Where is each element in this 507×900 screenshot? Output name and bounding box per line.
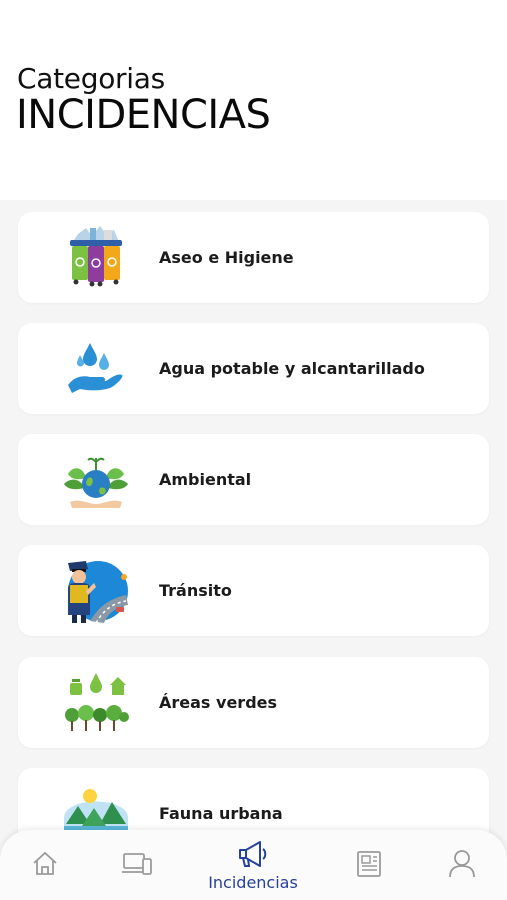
category-card-transito[interactable]: Tránsito xyxy=(18,545,489,636)
tab-profile[interactable] xyxy=(432,830,492,900)
devices-icon xyxy=(122,853,152,875)
tab-devices[interactable] xyxy=(107,830,167,900)
category-label: Áreas verdes xyxy=(159,693,278,712)
bottom-tab-bar: Incidencias xyxy=(0,830,507,900)
traffic-officer-icon xyxy=(68,561,128,624)
category-card-areas-verdes[interactable]: Áreas verdes xyxy=(18,657,489,748)
home-icon xyxy=(33,851,57,875)
newspaper-icon xyxy=(357,851,381,877)
tab-incidencias[interactable]: Incidencias xyxy=(193,830,313,900)
category-label: Aseo e Higiene xyxy=(159,248,294,267)
tab-news[interactable] xyxy=(339,830,399,900)
category-label: Tránsito xyxy=(159,581,232,600)
earth-plant-icon xyxy=(64,457,128,508)
user-icon xyxy=(449,850,475,878)
category-label: Ambiental xyxy=(159,470,252,489)
tab-home[interactable] xyxy=(15,830,75,900)
green-trees-icon xyxy=(65,673,129,731)
water-hand-icon xyxy=(68,343,123,393)
page-title: INCIDENCIAS xyxy=(16,92,271,138)
category-card-aseo-higiene[interactable]: Aseo e Higiene xyxy=(18,212,489,303)
category-card-agua-potable[interactable]: Agua potable y alcantarillado xyxy=(18,323,489,414)
category-list[interactable]: Aseo e Higiene Agua potable y alcantaril… xyxy=(0,200,507,900)
megaphone-icon xyxy=(239,841,267,867)
category-label: Fauna urbana xyxy=(159,804,283,823)
category-label: Agua potable y alcantarillado xyxy=(159,359,425,378)
page-subtitle: Categorias xyxy=(17,62,165,95)
page-header: Categorias INCIDENCIAS xyxy=(0,0,507,200)
tab-incidencias-label: Incidencias xyxy=(208,873,298,892)
category-card-ambiental[interactable]: Ambiental xyxy=(18,434,489,525)
recycling-bins-icon xyxy=(70,226,122,287)
